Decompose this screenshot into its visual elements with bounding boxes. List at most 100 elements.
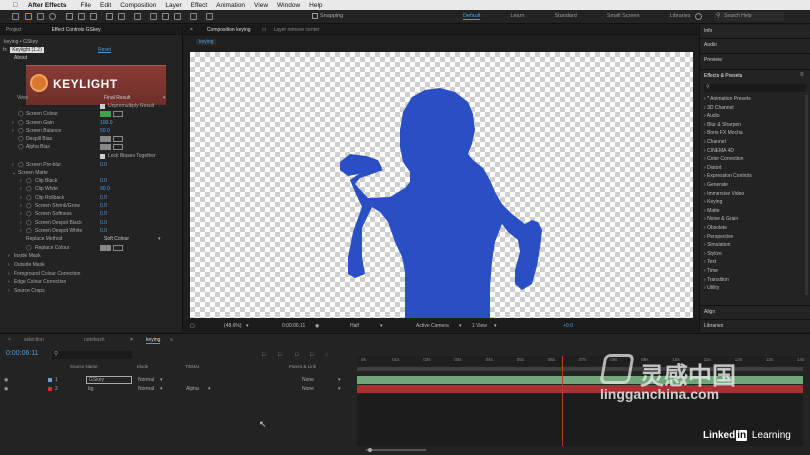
chevron-down-icon[interactable]: ▾ [208, 385, 211, 393]
current-time[interactable]: 0:00:06:11 [282, 320, 305, 332]
screen-matte-group[interactable]: Screen Matte [18, 169, 48, 177]
expand-arrow-icon[interactable]: › [20, 202, 22, 210]
expand-arrow-icon[interactable]: › [20, 227, 22, 235]
stopwatch-icon[interactable]: ◯ [26, 219, 32, 227]
despill-bias-swatch[interactable] [100, 136, 111, 142]
scrollbar[interactable] [805, 95, 808, 295]
eyedropper-icon[interactable] [113, 144, 123, 150]
apple-icon[interactable]:  [13, 2, 18, 9]
chevron-down-icon[interactable]: ▾ [338, 385, 341, 393]
layer-parent[interactable]: None [302, 376, 314, 384]
search-help-input[interactable]: Search Help [714, 12, 784, 21]
selection-tool-icon[interactable] [25, 13, 32, 20]
effects-list-item[interactable]: › Blur & Sharpen [704, 122, 741, 128]
shy-layers-icon[interactable]: □ [295, 352, 298, 358]
table-row[interactable]: ◉ 1 GSkey Normal ▾ None ▾ [0, 376, 357, 384]
hand-tool-icon[interactable] [37, 13, 44, 20]
motion-blur-icon[interactable]: ◌ [325, 352, 328, 358]
sync-icon[interactable] [695, 13, 702, 20]
stopwatch-icon[interactable]: ◯ [26, 202, 32, 210]
zoom-tool-icon[interactable] [49, 13, 56, 20]
resolution-dropdown[interactable]: Half [350, 320, 359, 332]
effects-list-item[interactable]: › Audio [704, 113, 720, 119]
expand-arrow-icon[interactable]: › [20, 185, 22, 193]
eyedropper-icon[interactable] [113, 136, 123, 142]
effects-list-item[interactable]: › Distort [704, 165, 722, 171]
reset-link[interactable]: Reset [98, 46, 111, 54]
effects-list-item[interactable]: › Text [704, 259, 716, 265]
preview-icon[interactable]: ▢ [190, 320, 195, 332]
camera-tool-icon[interactable] [78, 13, 85, 20]
stopwatch-icon[interactable]: ◯ [26, 177, 32, 185]
stopwatch-icon[interactable]: ◯ [18, 110, 24, 118]
chevron-down-icon[interactable]: ▾ [163, 94, 166, 102]
chevron-down-icon[interactable]: ▾ [160, 385, 163, 393]
screen-colour-swatch[interactable] [100, 111, 111, 117]
expand-arrow-icon[interactable]: › [12, 119, 14, 127]
stopwatch-icon[interactable]: ◯ [26, 185, 32, 193]
menu-layer[interactable]: Layer [165, 2, 181, 9]
chevron-down-icon[interactable]: ▾ [160, 376, 163, 384]
stopwatch-icon[interactable]: ◯ [18, 127, 24, 135]
chevron-down-icon[interactable]: ▾ [494, 320, 497, 332]
audio-panel[interactable]: Audio [704, 42, 717, 48]
zoom-level[interactable]: (48.6%) [224, 320, 242, 332]
alpha-bias-swatch[interactable] [100, 144, 111, 150]
effects-list-item[interactable]: › Stylize [704, 251, 722, 257]
tab-composition[interactable]: Composition keying [207, 27, 251, 33]
effects-list-item[interactable]: › Perspective [704, 234, 733, 240]
effect-name[interactable]: Keylight (1.2) [10, 47, 44, 53]
stopwatch-icon[interactable]: ◯ [18, 135, 24, 143]
menu-edit[interactable]: Edit [100, 2, 111, 9]
layer-mode[interactable]: Normal [138, 376, 154, 384]
expand-arrow-icon[interactable]: › [8, 270, 10, 278]
effects-list-item[interactable]: › Time [704, 268, 718, 274]
expand-arrow-icon[interactable]: › [8, 287, 10, 295]
expand-arrow-icon[interactable]: › [20, 210, 22, 218]
clip-black-value[interactable]: 0.0 [100, 177, 107, 185]
mode-header[interactable]: Mode [137, 363, 148, 371]
effects-list-item[interactable]: › Immersive Video [704, 191, 744, 197]
layer-mode[interactable]: Normal [138, 385, 154, 393]
effects-list-item[interactable]: › * Animation Presets [704, 96, 751, 102]
effects-list-item[interactable]: › 3D Channel [704, 105, 733, 111]
type-tool-icon[interactable] [134, 13, 141, 20]
menu-composition[interactable]: Composition [120, 2, 156, 9]
info-panel[interactable]: Info [704, 28, 712, 34]
table-row[interactable]: ◉ 2 bg Normal ▾ Alpha ▾ None ▾ [0, 385, 357, 393]
effects-list-item[interactable]: › Keying [704, 199, 722, 205]
camera-dropdown[interactable]: Active Camera [416, 320, 449, 332]
expand-arrow-icon[interactable]: › [20, 194, 22, 202]
layer-name[interactable]: GSkey [86, 376, 132, 384]
zoom-slider[interactable] [360, 448, 440, 452]
effects-list-item[interactable]: › Transition [704, 277, 729, 283]
expand-arrow-icon[interactable]: › [12, 161, 14, 169]
expand-arrow-icon[interactable]: › [8, 252, 10, 260]
workspace-learn[interactable]: Learn [510, 13, 524, 20]
edge-colour-correction-group[interactable]: Edge Colour Correction [14, 278, 66, 286]
effects-list-item[interactable]: › Obsolete [704, 225, 727, 231]
chevron-down-icon[interactable]: ▾ [459, 320, 462, 332]
composition-viewer[interactable] [190, 52, 693, 318]
effects-search-input[interactable]: ⚲ [704, 84, 806, 92]
brush-tool-icon[interactable] [150, 13, 157, 20]
expand-arrow-icon[interactable]: › [8, 261, 10, 269]
tab-notebush[interactable]: notebush [84, 337, 105, 343]
libraries-panel[interactable]: Libraries [704, 323, 723, 329]
app-name[interactable]: After Effects [28, 2, 67, 9]
timeline-search-input[interactable]: ⚲ [52, 351, 132, 359]
fx-badge-icon[interactable]: fx [3, 47, 7, 53]
exposure-value[interactable]: +0.0 [563, 320, 573, 332]
workspace-libraries[interactable]: Libraries [670, 13, 691, 20]
screen-despot-white-value[interactable]: 0.0 [100, 227, 107, 235]
workspace-standard[interactable]: Standard [555, 13, 577, 20]
replace-method-dropdown[interactable]: Soft Colour [104, 235, 129, 243]
effects-list-item[interactable]: › Generate [704, 182, 728, 188]
tab-selection[interactable]: selection [24, 337, 44, 343]
snapping-checkbox[interactable] [312, 13, 318, 19]
lock-biases-checkbox[interactable] [100, 154, 105, 159]
eraser-tool-icon[interactable] [174, 13, 181, 20]
effects-list-item[interactable]: › Boris FX Mocha [704, 130, 743, 136]
rectangle-tool-icon[interactable] [106, 13, 113, 20]
screen-balance-value[interactable]: 50.0 [100, 127, 110, 135]
